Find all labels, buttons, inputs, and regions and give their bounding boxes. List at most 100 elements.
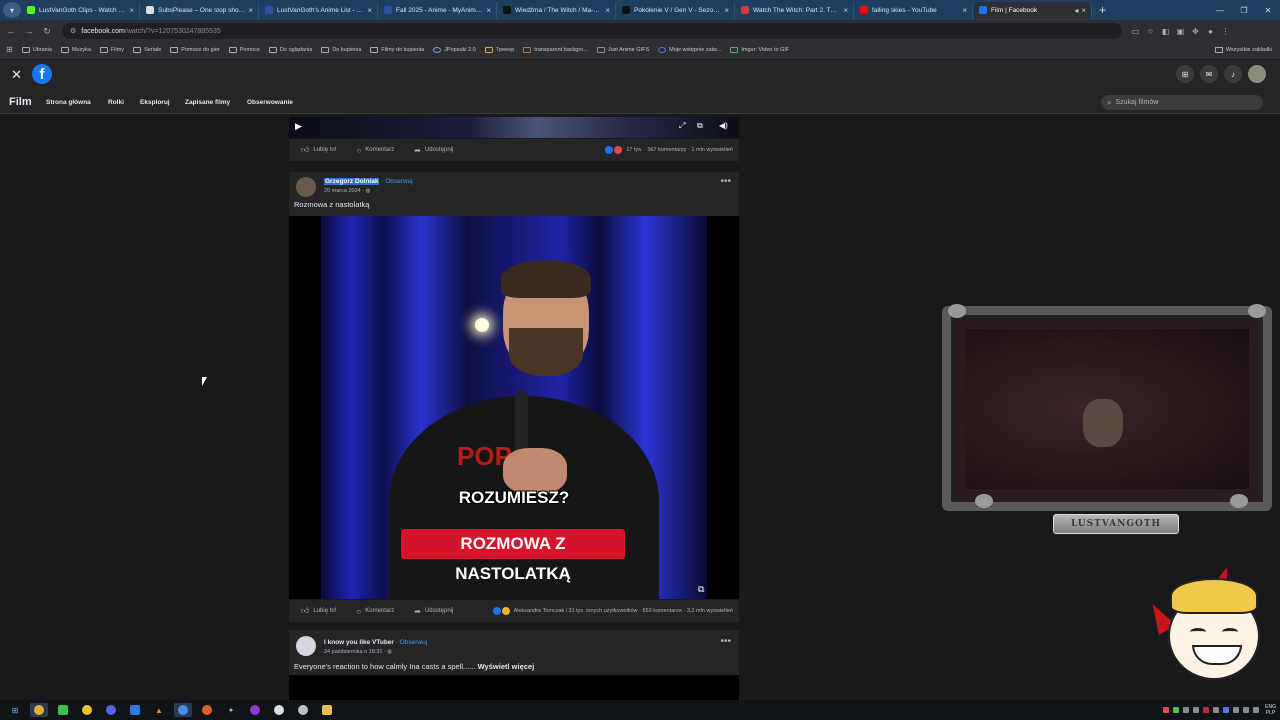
search-input[interactable]: ⌕ Szukaj filmów [1101, 95, 1263, 110]
share-button[interactable]: ➦ Udostępnij [414, 607, 453, 616]
extension-icon[interactable]: ▣ [1173, 27, 1188, 36]
reload-icon[interactable]: ↻ [38, 26, 56, 37]
tray-icon[interactable] [1233, 707, 1240, 713]
browser-tab[interactable]: LustVanGoth Clips - Watch Live × [22, 1, 140, 19]
tab-close-icon[interactable]: × [1081, 6, 1086, 15]
browser-tab[interactable]: LustVanGoth's Anime List - My × [260, 1, 378, 19]
tab-close-icon[interactable]: × [129, 6, 134, 15]
browser-tab[interactable]: Wiedźma / The Witch / Ma-nyeo × [498, 1, 616, 19]
follow-button[interactable]: · Obserwuj [396, 639, 427, 646]
app-icon[interactable] [54, 703, 72, 717]
pip-icon[interactable]: ⧉ [697, 121, 703, 131]
comment-button[interactable]: ○ Komentarz [356, 607, 394, 616]
bookmark-link[interactable]: Just Anime GIFS [596, 46, 649, 53]
tray-icon[interactable] [1213, 707, 1220, 713]
tray-icon[interactable] [1183, 707, 1190, 713]
nav-saved[interactable]: Zapisane filmy [180, 96, 235, 110]
avatar[interactable] [296, 177, 316, 197]
comment-button[interactable]: ○ Komentarz [356, 146, 394, 155]
tab-audio-icon[interactable]: ◂ [1074, 6, 1078, 15]
bookmark-folder[interactable]: Filmy do kupienia [370, 46, 424, 53]
discord-icon[interactable] [102, 703, 120, 717]
messenger-icon[interactable]: ✉ [1200, 65, 1218, 83]
video-player[interactable]: POP ROZUMIESZ? ROZMOWA Z NASTOLATKĄ ⧉ [289, 216, 739, 599]
bookmark-folder[interactable]: Ubrania [21, 46, 52, 53]
close-icon[interactable]: ✕ [11, 67, 22, 83]
bookmark-link[interactable]: JPopsuki 2.0 [433, 46, 476, 53]
play-icon[interactable]: ▶ [295, 121, 302, 132]
browser-tab[interactable]: Fall 2025 - Anime - MyAnimeList × [379, 1, 497, 19]
network-icon[interactable] [1243, 707, 1250, 713]
forward-icon[interactable]: → [20, 26, 38, 36]
author-name[interactable]: I know you like VTuber [324, 639, 394, 646]
reaction-summary[interactable]: Aleksandra Tomczak i 31 tys. innych użyt… [492, 607, 733, 615]
nav-reels[interactable]: Rolki [103, 96, 129, 110]
tab-close-icon[interactable]: × [367, 6, 372, 15]
bookmark-folder[interactable]: Do kupienia [321, 46, 361, 53]
extension-icon[interactable]: ◧ [1158, 27, 1173, 36]
post-date[interactable]: 24 października o 18:31 · ◍ [324, 649, 392, 655]
author-name[interactable]: Grzegorz Dolniak [324, 178, 380, 185]
menu-icon[interactable]: ⋮ [1218, 27, 1233, 36]
tab-close-icon[interactable]: × [724, 6, 729, 15]
like-button[interactable]: 👍︎ Lubię to! [301, 145, 336, 155]
bookmark-folder[interactable]: Pomoce [228, 46, 260, 53]
nav-explore[interactable]: Eksploruj [135, 96, 175, 110]
nav-home[interactable]: Strona główna [41, 96, 96, 110]
app-icon[interactable] [78, 703, 96, 717]
site-info-icon[interactable]: ⚙ [70, 27, 76, 35]
close-window-icon[interactable]: ✕ [1256, 6, 1280, 15]
app-icon[interactable] [294, 703, 312, 717]
share-button[interactable]: ➦ Udostępnij [414, 146, 453, 155]
obs-icon[interactable] [270, 703, 288, 717]
avatar[interactable] [296, 636, 316, 656]
volume-icon[interactable]: ◀) [719, 121, 728, 130]
url-input[interactable]: ⚙ facebook.com/watch/?v=1207530247885535 [62, 23, 1122, 39]
maximize-icon[interactable]: ❐ [1232, 6, 1256, 15]
reaction-summary[interactable]: 17 tys. · 367 komentarzy · 1 mln wyświet… [605, 146, 733, 154]
bookmark-folder[interactable]: Do oglądania [268, 46, 312, 53]
tab-close-icon[interactable]: × [248, 6, 253, 15]
browser-tab[interactable]: falling skies - YouTube × [855, 1, 973, 19]
more-options-icon[interactable]: ••• [720, 636, 731, 647]
browser-tab[interactable]: SubsPlease – One stop shop for × [141, 1, 259, 19]
video-player[interactable] [289, 675, 739, 700]
tab-close-icon[interactable]: × [843, 6, 848, 15]
back-icon[interactable]: ← [2, 26, 20, 36]
all-bookmarks[interactable]: Wszystkie zakładki [1214, 42, 1272, 58]
tab-search-icon[interactable]: ▾ [3, 2, 21, 18]
chrome-icon[interactable] [30, 703, 48, 717]
post-date[interactable]: 20 marca 2024 · ◍ [324, 188, 370, 194]
app-icon[interactable] [246, 703, 264, 717]
browser-tab[interactable]: Watch The Witch: Part 2. The Ot × [736, 1, 854, 19]
puzzle-icon[interactable]: ✥ [1188, 27, 1203, 36]
bookmark-link[interactable]: transparent backgro... [523, 46, 588, 53]
bookmark-folder[interactable]: Filmy [99, 46, 124, 53]
app-icon[interactable] [126, 703, 144, 717]
bookmark-star-icon[interactable]: ☆ [1143, 27, 1158, 36]
vlc-icon[interactable]: ▲ [150, 703, 168, 717]
tray-icon[interactable] [1173, 707, 1180, 713]
more-options-icon[interactable]: ••• [720, 176, 731, 187]
language-indicator[interactable]: ENG PLP [1265, 704, 1276, 716]
tray-icon[interactable] [1193, 707, 1200, 713]
windows-start-icon[interactable]: ⊞ [6, 703, 24, 717]
tray-icon[interactable] [1163, 707, 1170, 713]
nav-following[interactable]: Obserwowanie [242, 96, 298, 110]
facebook-logo[interactable]: f [32, 64, 52, 84]
volume-icon[interactable] [1253, 707, 1260, 713]
tray-icon[interactable] [1223, 707, 1230, 713]
profile-icon[interactable]: ● [1203, 27, 1218, 36]
tab-close-icon[interactable]: × [486, 6, 491, 15]
minimize-icon[interactable]: — [1208, 6, 1232, 15]
browser-tab[interactable]: Pokolenie V / Gen V - Sezon 2 × [617, 1, 735, 19]
pip-icon[interactable]: ⧉ [698, 584, 704, 595]
like-button[interactable]: 👍︎ Lubię to! [301, 606, 336, 616]
bookmark-link[interactable]: Tpeeep [484, 46, 514, 53]
steam-icon[interactable]: ✦ [222, 703, 240, 717]
bookmark-link[interactable]: Moje wstępnie zatw... [658, 46, 721, 53]
browser-tab-active[interactable]: Film | Facebook ◂ × [974, 1, 1092, 19]
avatar[interactable] [1248, 65, 1266, 83]
fullscreen-icon[interactable]: ⤢ [679, 121, 685, 131]
new-tab-button[interactable]: + [1099, 3, 1106, 17]
